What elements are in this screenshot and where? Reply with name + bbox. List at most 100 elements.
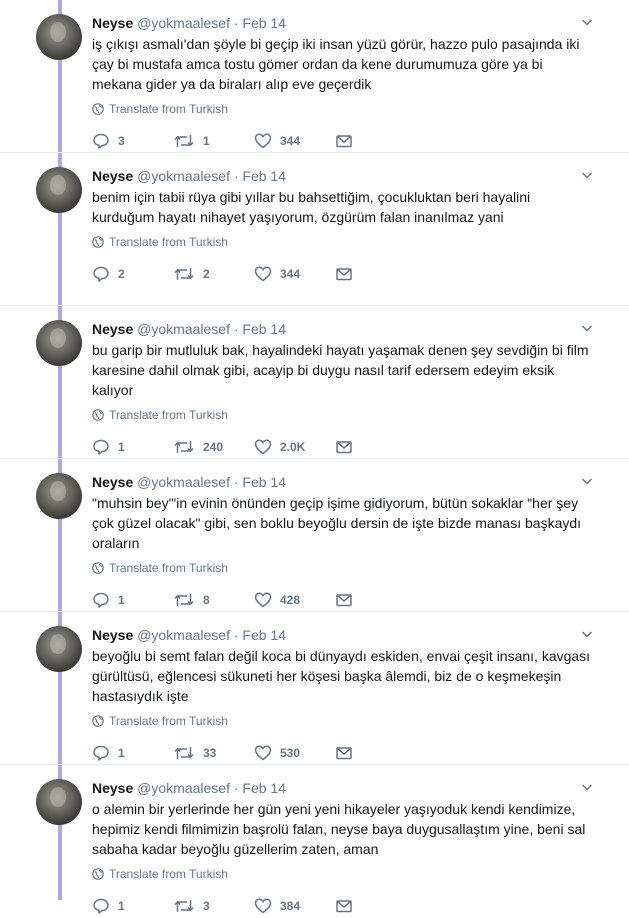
avatar[interactable] <box>36 167 82 213</box>
direct-message-button[interactable] <box>335 744 361 762</box>
chevron-down-icon[interactable] <box>581 628 593 640</box>
avatar[interactable] <box>36 14 82 60</box>
tweet-actions: 2 2 344 <box>92 265 361 283</box>
translate-link[interactable]: Translate from Turkish <box>92 235 228 249</box>
heart-icon <box>254 745 272 761</box>
like-count: 344 <box>280 267 301 281</box>
avatar[interactable] <box>36 626 82 672</box>
tweet[interactable]: Neyse @yokmaalesef · Feb 14 bu garip bir… <box>0 306 629 459</box>
translate-label[interactable]: Translate from Turkish <box>109 408 228 422</box>
avatar[interactable] <box>36 473 82 519</box>
tweet[interactable]: Neyse @yokmaalesef · Feb 14 benim için t… <box>0 153 629 306</box>
globe-icon <box>92 236 104 248</box>
tweet-date[interactable]: Feb 14 <box>242 15 286 31</box>
author-handle[interactable]: @yokmaalesef <box>137 168 230 184</box>
retweet-icon <box>174 268 194 280</box>
author-name[interactable]: Neyse <box>92 780 133 796</box>
tweet-date[interactable]: Feb 14 <box>242 168 286 184</box>
envelope-icon <box>336 441 352 454</box>
tweet[interactable]: Neyse @yokmaalesef · Feb 14 "muhsin bey"… <box>0 459 629 612</box>
globe-icon <box>92 562 104 574</box>
author-handle[interactable]: @yokmaalesef <box>137 15 230 31</box>
like-button[interactable]: 344 <box>254 132 335 150</box>
retweet-count: 240 <box>203 440 224 454</box>
heart-icon <box>254 266 272 282</box>
tweet-actions: 3 1 344 <box>92 132 361 150</box>
author-handle[interactable]: @yokmaalesef <box>137 474 230 490</box>
tweet-date[interactable]: Feb 14 <box>242 627 286 643</box>
reply-icon <box>93 133 109 149</box>
tweet[interactable]: Neyse @yokmaalesef · Feb 14 beyoğlu bi s… <box>0 612 629 765</box>
tweet-text: "muhsin bey"'in evinin önünden geçip işi… <box>92 495 582 551</box>
globe-icon <box>92 715 104 727</box>
translate-label[interactable]: Translate from Turkish <box>109 102 228 116</box>
tweet-date[interactable]: Feb 14 <box>242 321 286 337</box>
translate-link[interactable]: Translate from Turkish <box>92 102 228 116</box>
reply-button[interactable]: 1 <box>92 744 173 762</box>
avatar[interactable] <box>36 779 82 825</box>
tweet[interactable]: Neyse @yokmaalesef · Feb 14 o alemin bir… <box>0 765 629 918</box>
envelope-icon <box>336 135 352 148</box>
like-button[interactable]: 2.0K <box>254 438 335 456</box>
translate-label[interactable]: Translate from Turkish <box>109 235 228 249</box>
author-name[interactable]: Neyse <box>92 15 133 31</box>
separator-dot: · <box>233 321 239 337</box>
translate-label[interactable]: Translate from Turkish <box>109 867 228 881</box>
author-handle[interactable]: @yokmaalesef <box>137 321 230 337</box>
reply-button[interactable]: 2 <box>92 265 173 283</box>
direct-message-button[interactable] <box>335 438 361 456</box>
retweet-button[interactable]: 240 <box>173 438 254 456</box>
chevron-down-icon[interactable] <box>581 16 593 28</box>
chevron-down-icon[interactable] <box>581 781 593 793</box>
chevron-down-icon[interactable] <box>581 475 593 487</box>
translate-label[interactable]: Translate from Turkish <box>109 561 228 575</box>
translate-link[interactable]: Translate from Turkish <box>92 714 228 728</box>
envelope-icon <box>336 268 352 281</box>
avatar[interactable] <box>36 320 82 366</box>
author-name[interactable]: Neyse <box>92 627 133 643</box>
reply-button[interactable]: 3 <box>92 132 173 150</box>
reply-button[interactable]: 1 <box>92 438 173 456</box>
tweet-header: Neyse @yokmaalesef · Feb 14 <box>92 320 286 338</box>
like-button[interactable]: 530 <box>254 744 335 762</box>
like-button[interactable]: 428 <box>254 591 335 609</box>
reply-icon <box>93 745 109 761</box>
tweet-header: Neyse @yokmaalesef · Feb 14 <box>92 779 286 797</box>
direct-message-button[interactable] <box>335 132 361 150</box>
retweet-icon <box>174 135 194 147</box>
like-button[interactable]: 344 <box>254 265 335 283</box>
translate-link[interactable]: Translate from Turkish <box>92 408 228 422</box>
chevron-down-icon[interactable] <box>581 169 593 181</box>
tweet-date[interactable]: Feb 14 <box>242 474 286 490</box>
retweet-icon <box>174 441 194 453</box>
translate-link[interactable]: Translate from Turkish <box>92 561 228 575</box>
translate-link[interactable]: Translate from Turkish <box>92 867 228 881</box>
tweet-date[interactable]: Feb 14 <box>242 780 286 796</box>
retweet-button[interactable]: 33 <box>173 744 254 762</box>
retweet-button[interactable]: 2 <box>173 265 254 283</box>
direct-message-button[interactable] <box>335 591 361 609</box>
like-count: 344 <box>280 134 301 148</box>
retweet-count: 1 <box>203 134 210 148</box>
chevron-down-icon[interactable] <box>581 322 593 334</box>
author-name[interactable]: Neyse <box>92 321 133 337</box>
tweet-actions: 1 33 530 <box>92 744 361 762</box>
like-count: 2.0K <box>280 440 306 454</box>
retweet-button[interactable]: 8 <box>173 591 254 609</box>
direct-message-button[interactable] <box>335 265 361 283</box>
author-handle[interactable]: @yokmaalesef <box>137 780 230 796</box>
author-name[interactable]: Neyse <box>92 168 133 184</box>
retweet-button[interactable]: 1 <box>173 132 254 150</box>
tweet-actions: 1 8 428 <box>92 591 361 609</box>
reply-count: 1 <box>118 593 125 607</box>
tweet-header: Neyse @yokmaalesef · Feb 14 <box>92 167 286 185</box>
tweet-header: Neyse @yokmaalesef · Feb 14 <box>92 14 286 32</box>
tweet[interactable]: Neyse @yokmaalesef · Feb 14 iş çıkışı as… <box>0 0 629 153</box>
author-handle[interactable]: @yokmaalesef <box>137 627 230 643</box>
globe-icon <box>92 409 104 421</box>
author-name[interactable]: Neyse <box>92 474 133 490</box>
heart-icon <box>254 439 272 455</box>
like-count: 530 <box>280 746 301 760</box>
reply-button[interactable]: 1 <box>92 591 173 609</box>
translate-label[interactable]: Translate from Turkish <box>109 714 228 728</box>
